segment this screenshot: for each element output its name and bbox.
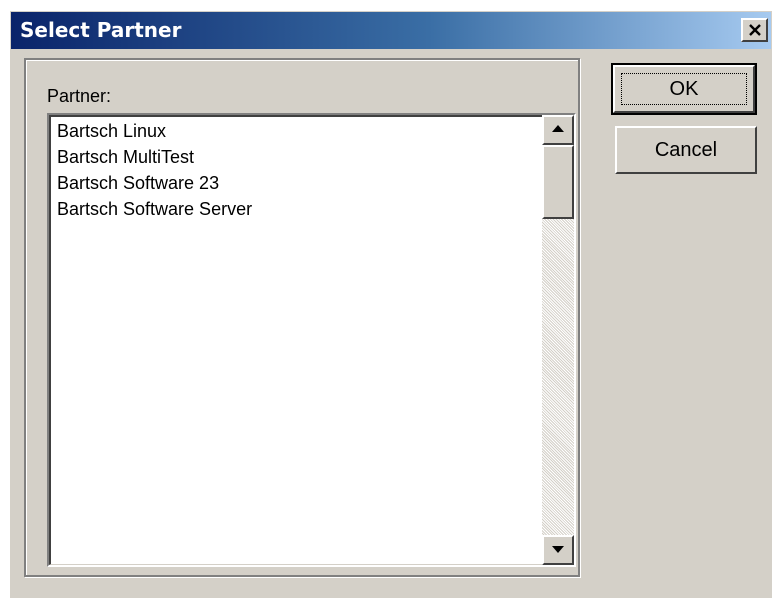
window-title: Select Partner (20, 18, 182, 42)
scroll-down-button[interactable] (542, 535, 574, 565)
cancel-button[interactable]: Cancel (615, 126, 757, 174)
cancel-button-label: Cancel (654, 139, 718, 161)
list-item[interactable]: Bartsch Linux (57, 118, 252, 144)
list-item[interactable]: Bartsch Software Server (57, 196, 252, 222)
scroll-up-button[interactable] (542, 115, 574, 145)
partner-list: Bartsch Linux Bartsch MultiTest Bartsch … (57, 118, 252, 222)
partner-listbox[interactable]: Bartsch Linux Bartsch MultiTest Bartsch … (47, 113, 576, 567)
list-item[interactable]: Bartsch MultiTest (57, 144, 252, 170)
list-item[interactable]: Bartsch Software 23 (57, 170, 252, 196)
partner-label: Partner: (47, 86, 112, 106)
arrow-down-icon (552, 546, 564, 553)
ok-button-label: OK (669, 78, 699, 100)
arrow-up-icon (552, 125, 564, 132)
close-icon (749, 24, 761, 36)
title-bar[interactable]: Select Partner (11, 12, 771, 49)
ok-button[interactable]: OK (611, 63, 757, 115)
close-button[interactable] (741, 18, 768, 42)
scroll-thumb[interactable] (542, 145, 574, 219)
vertical-scrollbar[interactable] (542, 115, 574, 565)
